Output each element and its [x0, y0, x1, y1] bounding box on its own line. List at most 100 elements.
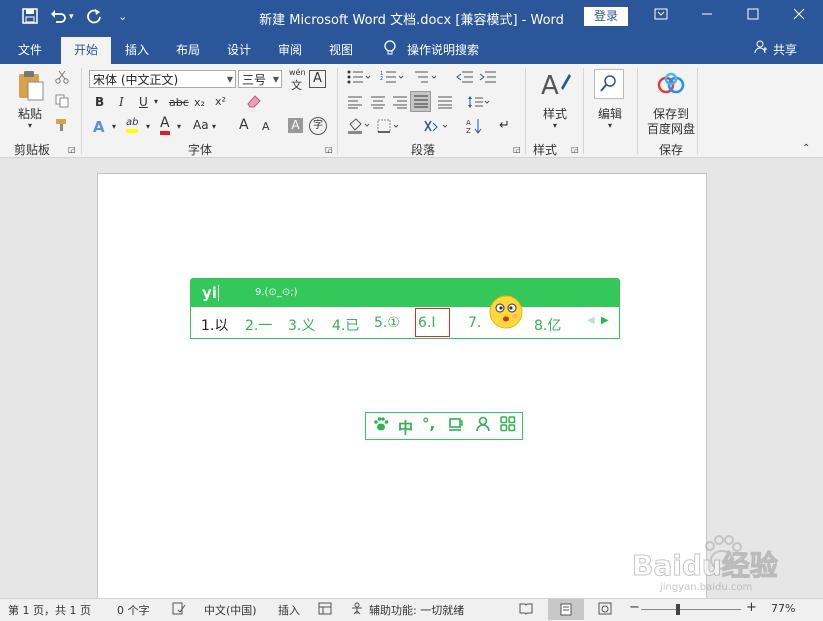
ime-language-toggle[interactable]: 中	[398, 417, 413, 438]
ime-next-page-icon[interactable]: ▶	[601, 315, 609, 326]
show-marks-icon[interactable]: ↵	[499, 118, 510, 133]
enclose-characters-button[interactable]: 字	[309, 117, 327, 135]
paste-label[interactable]: 粘贴	[18, 105, 42, 122]
ime-punctuation-toggle[interactable]: °,	[422, 415, 435, 433]
font-size-select[interactable]: 三号 ▼	[238, 70, 282, 88]
save-to-label-line2[interactable]: 百度网盘	[647, 120, 695, 137]
ime-candidate[interactable]: 2.一	[245, 315, 272, 335]
accessibility-icon[interactable]	[350, 602, 366, 618]
font-name-select[interactable]: 宋体 (中文正文) ▼	[89, 70, 236, 88]
underline-dropdown-icon[interactable]: ▾	[154, 97, 158, 106]
grow-font-button[interactable]: A	[239, 117, 249, 133]
change-case-dropdown-icon[interactable]: ▾	[212, 122, 216, 131]
print-layout-button[interactable]	[548, 599, 584, 620]
line-spacing-icon[interactable]	[467, 95, 491, 112]
zoom-in-button[interactable]: +	[746, 600, 757, 615]
insert-mode[interactable]: 插入	[278, 602, 300, 618]
sort-icon[interactable]: AZ	[466, 118, 482, 137]
justify-button[interactable]	[410, 91, 431, 112]
ime-candidate[interactable]: 4.已	[332, 315, 359, 335]
text-effects-button[interactable]: A	[93, 118, 105, 136]
zoom-slider-track[interactable]	[641, 609, 741, 610]
maximize-icon[interactable]	[741, 6, 765, 26]
shading-icon[interactable]	[347, 118, 371, 137]
increase-indent-icon[interactable]	[479, 70, 497, 87]
tab-design[interactable]: 设计	[227, 41, 251, 58]
collapse-ribbon-icon[interactable]: ⌃	[802, 143, 810, 154]
superscript-button[interactable]: x²	[215, 95, 226, 108]
align-left-icon[interactable]	[347, 95, 363, 112]
font-color-button[interactable]: A	[160, 116, 170, 135]
char-border-button[interactable]: A	[309, 70, 326, 88]
ribbon-display-icon[interactable]	[649, 6, 673, 26]
ime-candidate[interactable]: 3.义	[288, 315, 315, 335]
char-shading-button[interactable]: A	[288, 118, 303, 133]
search-icon[interactable]	[594, 69, 624, 99]
styles-dropdown-icon[interactable]: ▾	[553, 121, 557, 130]
close-icon[interactable]	[787, 6, 811, 26]
paste-dropdown-icon[interactable]: ▾	[28, 121, 32, 130]
format-painter-icon[interactable]	[55, 118, 71, 135]
ime-candidate[interactable]: 7.	[468, 315, 481, 331]
highlight-dropdown-icon[interactable]: ▾	[146, 122, 150, 131]
italic-button[interactable]: I	[119, 95, 124, 109]
macro-icon[interactable]	[318, 602, 332, 618]
clipboard-launcher-icon[interactable]: ◲	[68, 145, 76, 154]
editing-dropdown-icon[interactable]: ▾	[608, 121, 612, 130]
proofing-icon[interactable]	[172, 602, 186, 618]
bullets-icon[interactable]	[347, 70, 371, 87]
login-button[interactable]: 登录	[584, 7, 628, 26]
phonetic-guide-top[interactable]: wén	[289, 68, 306, 77]
minimize-icon[interactable]	[695, 6, 719, 26]
user-icon[interactable]	[475, 416, 491, 436]
distributed-icon[interactable]	[437, 95, 453, 112]
change-case-button[interactable]: Aa	[193, 118, 209, 132]
align-center-icon[interactable]	[370, 95, 386, 112]
zoom-slider-thumb[interactable]	[676, 604, 681, 615]
text-effects-dropdown-icon[interactable]: ▾	[112, 122, 116, 131]
grid-icon[interactable]	[500, 416, 516, 436]
strikethrough-button[interactable]: abc	[169, 96, 189, 109]
document-page[interactable]	[97, 173, 707, 603]
styles-icon[interactable]: A	[541, 70, 571, 103]
zoom-out-button[interactable]: −	[629, 600, 640, 615]
bold-button[interactable]: B	[95, 95, 104, 109]
multilevel-list-icon[interactable]	[414, 70, 438, 87]
eraser-icon[interactable]	[246, 93, 262, 112]
styles-label[interactable]: 样式	[543, 105, 567, 122]
shrink-font-button[interactable]: A	[262, 120, 270, 133]
align-right-icon[interactable]	[392, 95, 408, 112]
cut-icon[interactable]	[55, 70, 69, 87]
borders-icon[interactable]	[377, 119, 401, 136]
editing-label[interactable]: 编辑	[598, 105, 622, 122]
decrease-indent-icon[interactable]	[456, 70, 474, 87]
paste-icon[interactable]	[16, 70, 46, 105]
chinese-layout-icon[interactable]	[423, 119, 451, 136]
emoji-face-icon[interactable]	[489, 295, 523, 332]
web-layout-icon[interactable]	[598, 602, 612, 618]
underline-button[interactable]: U	[139, 95, 148, 109]
zoom-level[interactable]: 77%	[771, 602, 795, 615]
tab-file[interactable]: 文件	[18, 41, 42, 58]
tab-review[interactable]: 审阅	[278, 41, 302, 58]
tell-me-search[interactable]: 操作说明搜索	[407, 41, 479, 58]
ime-candidate[interactable]: 5.①	[374, 315, 400, 331]
paw-icon[interactable]	[373, 416, 389, 436]
ime-candidate[interactable]: 1.以	[201, 315, 228, 335]
copy-icon[interactable]	[55, 94, 69, 111]
ime-candidate-selected[interactable]: 6.Ⅰ	[418, 315, 436, 331]
phonetic-guide-bottom[interactable]: 文	[291, 77, 302, 93]
share-icon[interactable]	[754, 40, 768, 57]
paragraph-launcher-icon[interactable]: ◲	[513, 145, 521, 154]
word-count[interactable]: 0 个字	[117, 602, 150, 618]
read-mode-icon[interactable]	[519, 602, 533, 618]
baidu-netdisk-icon[interactable]	[657, 72, 685, 99]
tab-home[interactable]: 开始	[61, 37, 111, 64]
page-count[interactable]: 第 1 页，共 1 页	[8, 602, 91, 618]
tab-view[interactable]: 视图	[329, 41, 353, 58]
cup-icon[interactable]	[448, 416, 464, 436]
highlight-button[interactable]: ab	[126, 117, 139, 133]
accessibility-status[interactable]: 辅助功能: 一切就绪	[369, 602, 464, 618]
share-button[interactable]: 共享	[773, 41, 797, 58]
font-color-dropdown-icon[interactable]: ▾	[177, 122, 181, 131]
